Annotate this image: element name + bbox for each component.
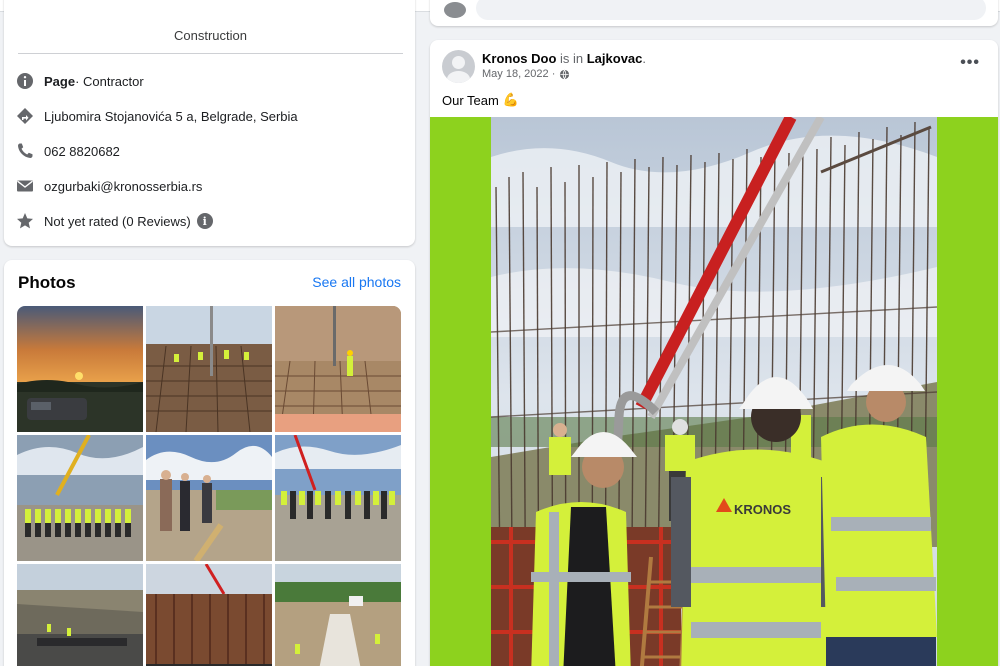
photo-thumbnail-trench[interactable] [275, 564, 401, 666]
photo-thumbnail-site-visit[interactable] [146, 435, 272, 561]
page-category: Construction [174, 28, 247, 43]
globe-icon [560, 69, 570, 80]
photo-thumbnail-formwork-wall[interactable] [146, 564, 272, 666]
star-icon [16, 212, 34, 230]
author-avatar[interactable] [442, 50, 475, 83]
photo-thumbnail-crane-team[interactable] [17, 435, 143, 561]
vest-logo-text: KRONOS [734, 502, 791, 517]
page-type-label: Page [44, 73, 76, 89]
header-period: . [642, 51, 647, 66]
email-text[interactable]: ozgurbaki@kronosserbia.rs [44, 179, 202, 194]
phone-text[interactable]: 062 8820682 [44, 144, 120, 159]
photo-thumbnail-pump-team[interactable] [275, 435, 401, 561]
intro-row-email: ozgurbaki@kronosserbia.rs [16, 175, 202, 197]
photo-thumbnail-rebar-deck[interactable] [146, 306, 272, 432]
post-caption: Our Team [442, 92, 499, 108]
location-link[interactable]: Lajkovac [587, 51, 643, 66]
location-icon [16, 107, 34, 125]
post-photo[interactable]: KRONOS [491, 117, 937, 666]
intro-row-address: Ljubomira Stojanovića 5 a, Belgrade, Ser… [16, 105, 298, 127]
phone-icon [16, 142, 34, 160]
post-text: Our Team 💪 [442, 92, 519, 108]
photo-thumbnail-excavation[interactable] [17, 564, 143, 666]
address-text[interactable]: Ljubomira Stojanovića 5 a, Belgrade, Ser… [44, 109, 298, 124]
post-composer [430, 0, 998, 26]
photo-thumbnail-sunset[interactable] [17, 306, 143, 432]
see-all-photos-link[interactable]: See all photos [312, 274, 401, 290]
post-media[interactable]: KRONOS [430, 117, 998, 666]
divider [18, 53, 403, 54]
author-name[interactable]: Kronos Doo [482, 51, 556, 66]
photos-title: Photos [18, 273, 76, 292]
post-header: Kronos Doo is in Lajkovac. [482, 51, 646, 66]
flexed-biceps-emoji: 💪 [502, 92, 520, 107]
rating-info-icon[interactable]: i [196, 213, 213, 229]
info-icon [16, 72, 34, 90]
is-in-text: is in [556, 51, 587, 66]
composer-avatar[interactable] [444, 2, 466, 18]
intro-row-phone: 062 8820682 [16, 140, 120, 162]
intro-row-page-type: Page · Contractor [16, 70, 144, 92]
post-meta: May 18, 2022 · [482, 68, 570, 80]
rating-text: Not yet rated (0 Reviews) [44, 213, 191, 229]
intro-card: Construction Page · Contractor Ljubomira… [4, 0, 415, 246]
post-date[interactable]: May 18, 2022 · [482, 68, 555, 80]
photos-card: Photos See all photos [4, 260, 415, 666]
more-options-button[interactable]: ••• [960, 54, 980, 72]
photo-thumbnail-rebar-pit[interactable] [275, 306, 401, 432]
intro-row-rating: Not yet rated (0 Reviews) i [16, 210, 213, 232]
photo-grid [17, 306, 402, 666]
page-type-value: · Contractor [75, 73, 144, 89]
email-icon [16, 177, 34, 195]
composer-input[interactable] [476, 0, 986, 20]
feed-post: Kronos Doo is in Lajkovac. May 18, 2022 … [430, 40, 998, 666]
